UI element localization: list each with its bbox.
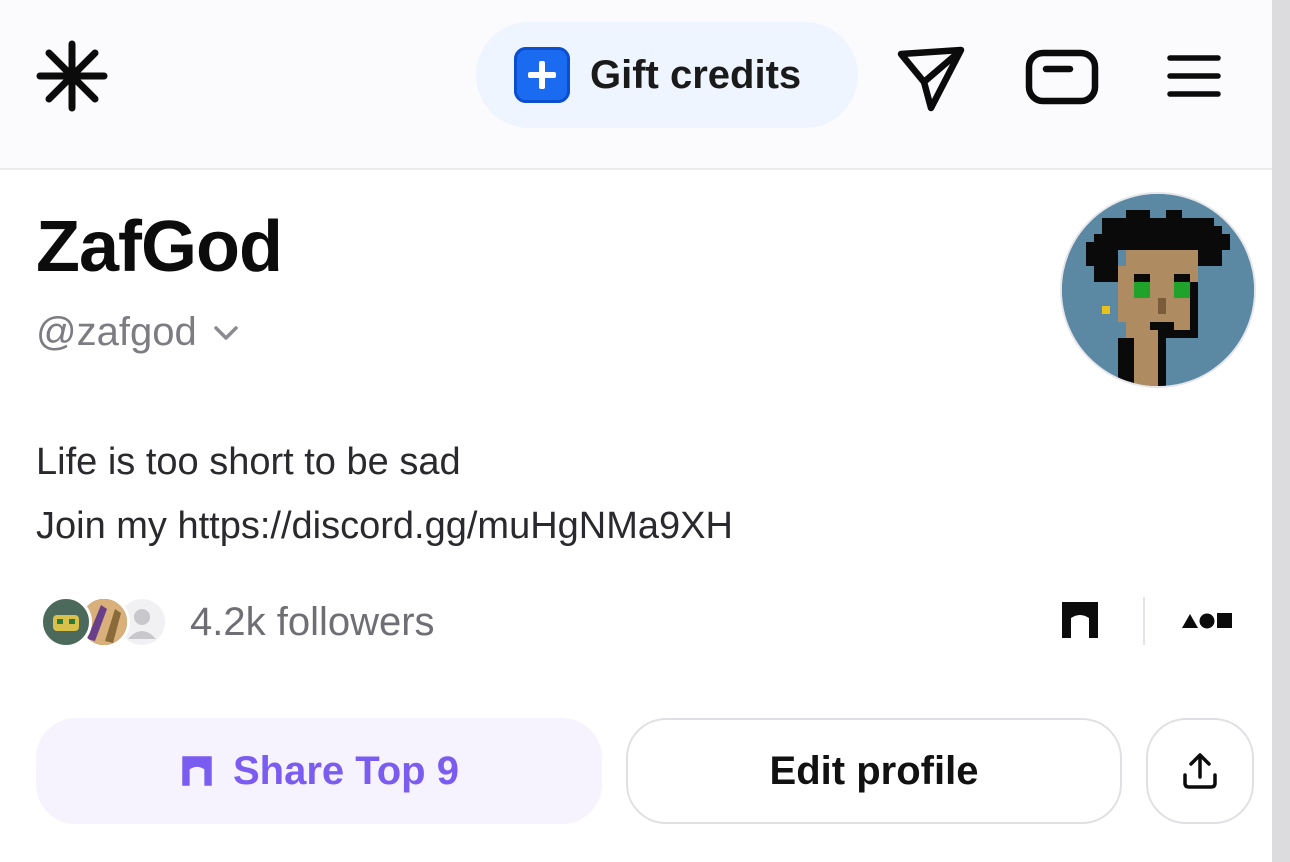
profile-bio: Life is too short to be sad Join my http… (36, 430, 733, 558)
handle-switcher[interactable]: @zafgod (36, 310, 241, 355)
bio-line: Life is too short to be sad (36, 441, 461, 483)
avatar[interactable] (1062, 194, 1254, 386)
card-icon[interactable] (1024, 40, 1100, 116)
arch-icon[interactable] (1058, 598, 1102, 642)
edit-profile-button[interactable]: Edit profile (626, 718, 1122, 824)
shapes-icon[interactable] (1180, 598, 1234, 642)
send-icon[interactable] (893, 40, 969, 116)
share-top-9-label: Share Top 9 (233, 748, 459, 793)
follower-avatar (40, 596, 92, 648)
link-divider (1143, 597, 1145, 645)
share-top-9-button[interactable]: Share Top 9 (36, 718, 602, 824)
gift-credits-button[interactable]: Gift credits (476, 22, 858, 128)
followers-count: 4.2k followers (190, 599, 435, 644)
chevron-down-icon (213, 325, 238, 340)
bio-line-with-link[interactable]: Join my https://discord.gg/muHgNMa9XH (36, 494, 733, 558)
gift-credits-label: Gift credits (590, 52, 802, 97)
menu-icon[interactable] (1156, 40, 1232, 116)
edit-profile-label: Edit profile (769, 748, 979, 793)
profile-handle: @zafgod (36, 310, 197, 354)
upload-icon (1183, 753, 1217, 789)
share-upload-button[interactable] (1146, 718, 1254, 824)
pixel-punk-avatar (1062, 194, 1254, 386)
profile-display-name: ZafGod (36, 207, 283, 287)
scrollbar[interactable] (1272, 0, 1290, 862)
asterisk-logo-icon[interactable] (34, 38, 110, 114)
followers-summary[interactable]: 4.2k followers (40, 594, 435, 650)
arch-icon (182, 756, 212, 786)
top-navigation-bar: Gift credits (0, 0, 1272, 170)
plus-icon (514, 47, 570, 103)
